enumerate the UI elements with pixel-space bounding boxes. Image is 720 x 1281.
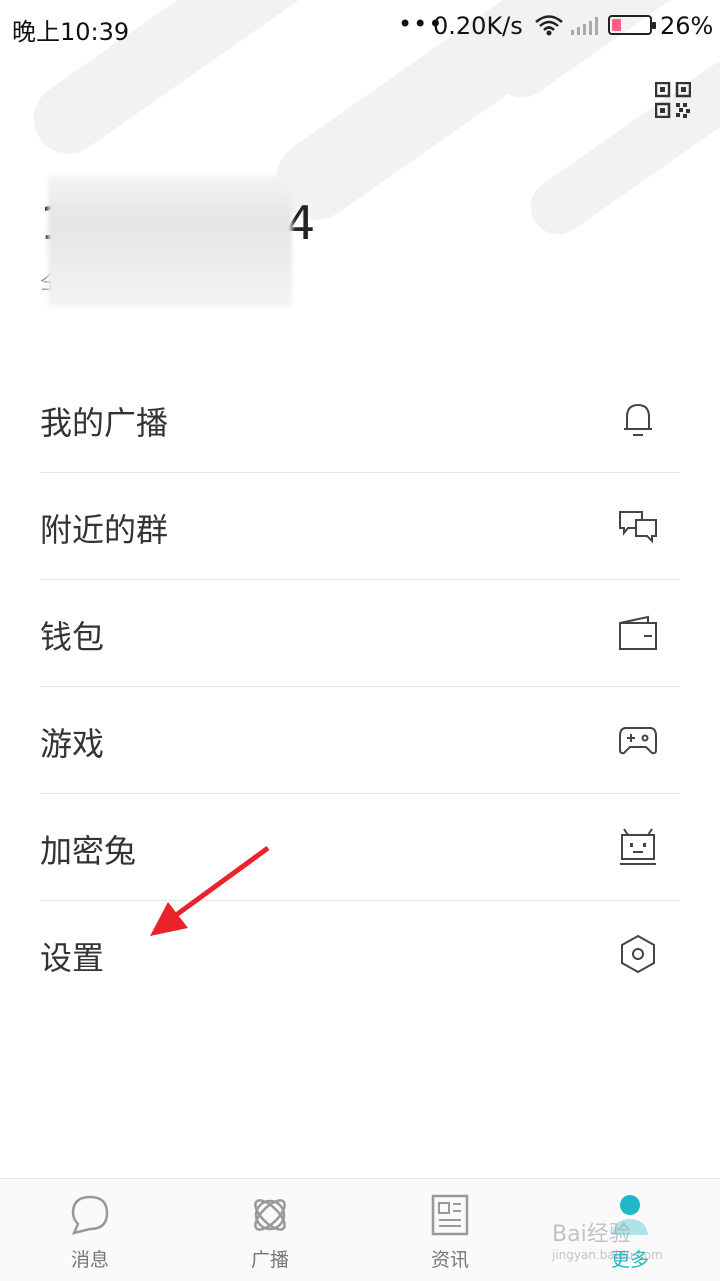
signal-icon <box>571 17 598 35</box>
watermark-url: jingyan.baidu.com <box>552 1248 663 1262</box>
tab-label: 资讯 <box>430 1249 469 1271</box>
status-bar: 晚上10:39 ••• 0.20K/s 26% <box>0 0 720 52</box>
tab-label: 广播 <box>250 1249 289 1271</box>
tab-broadcast[interactable]: 广播 <box>180 1179 360 1281</box>
status-time: 晚上10:39 <box>12 18 130 46</box>
menu-item-label: 游戏 <box>40 725 105 763</box>
newspaper-icon <box>431 1194 469 1236</box>
menu-item-settings[interactable]: 设置 <box>40 901 680 1007</box>
menu-item-wallet[interactable]: 钱包 <box>40 580 680 687</box>
menu-item-crypto-rabbit[interactable]: 加密兔 <box>40 794 680 901</box>
tab-label: 消息 <box>70 1249 109 1271</box>
menu-item-my-broadcast[interactable]: 我的广播 <box>40 366 680 473</box>
settings-hexagon-icon <box>621 934 655 974</box>
menu-item-label: 我的广播 <box>40 404 169 442</box>
wifi-icon <box>535 15 563 36</box>
message-bubble-icon <box>71 1195 109 1235</box>
chat-bubbles-icon <box>619 511 657 544</box>
menu-item-label: 钱包 <box>40 618 105 656</box>
watermark: Bai经验 jingyan.baidu.com <box>552 1216 663 1262</box>
wallet-icon <box>619 615 657 650</box>
privacy-blur <box>48 176 292 306</box>
gamepad-icon <box>619 727 657 755</box>
robot-icon <box>620 828 656 865</box>
qr-code-icon[interactable] <box>655 82 691 118</box>
tab-messages[interactable]: 消息 <box>0 1179 180 1281</box>
menu-list: 我的广播 附近的群 钱包 游戏 加密兔 设置 <box>40 366 680 1007</box>
watermark-brand-cn: 经验 <box>586 1222 631 1247</box>
battery-icon <box>608 15 656 35</box>
menu-item-games[interactable]: 游戏 <box>40 687 680 794</box>
menu-item-label: 设置 <box>40 939 105 977</box>
menu-item-label: 加密兔 <box>40 832 137 870</box>
bell-icon <box>624 403 652 436</box>
menu-item-label: 附近的群 <box>40 511 169 549</box>
tab-news[interactable]: 资讯 <box>360 1179 540 1281</box>
watermark-brand: Bai <box>552 1222 587 1247</box>
menu-item-nearby-groups[interactable]: 附近的群 <box>40 473 680 580</box>
network-speed: 0.20K/s <box>433 12 523 40</box>
orbit-icon <box>254 1199 286 1231</box>
battery-percent: 26% <box>660 12 714 40</box>
